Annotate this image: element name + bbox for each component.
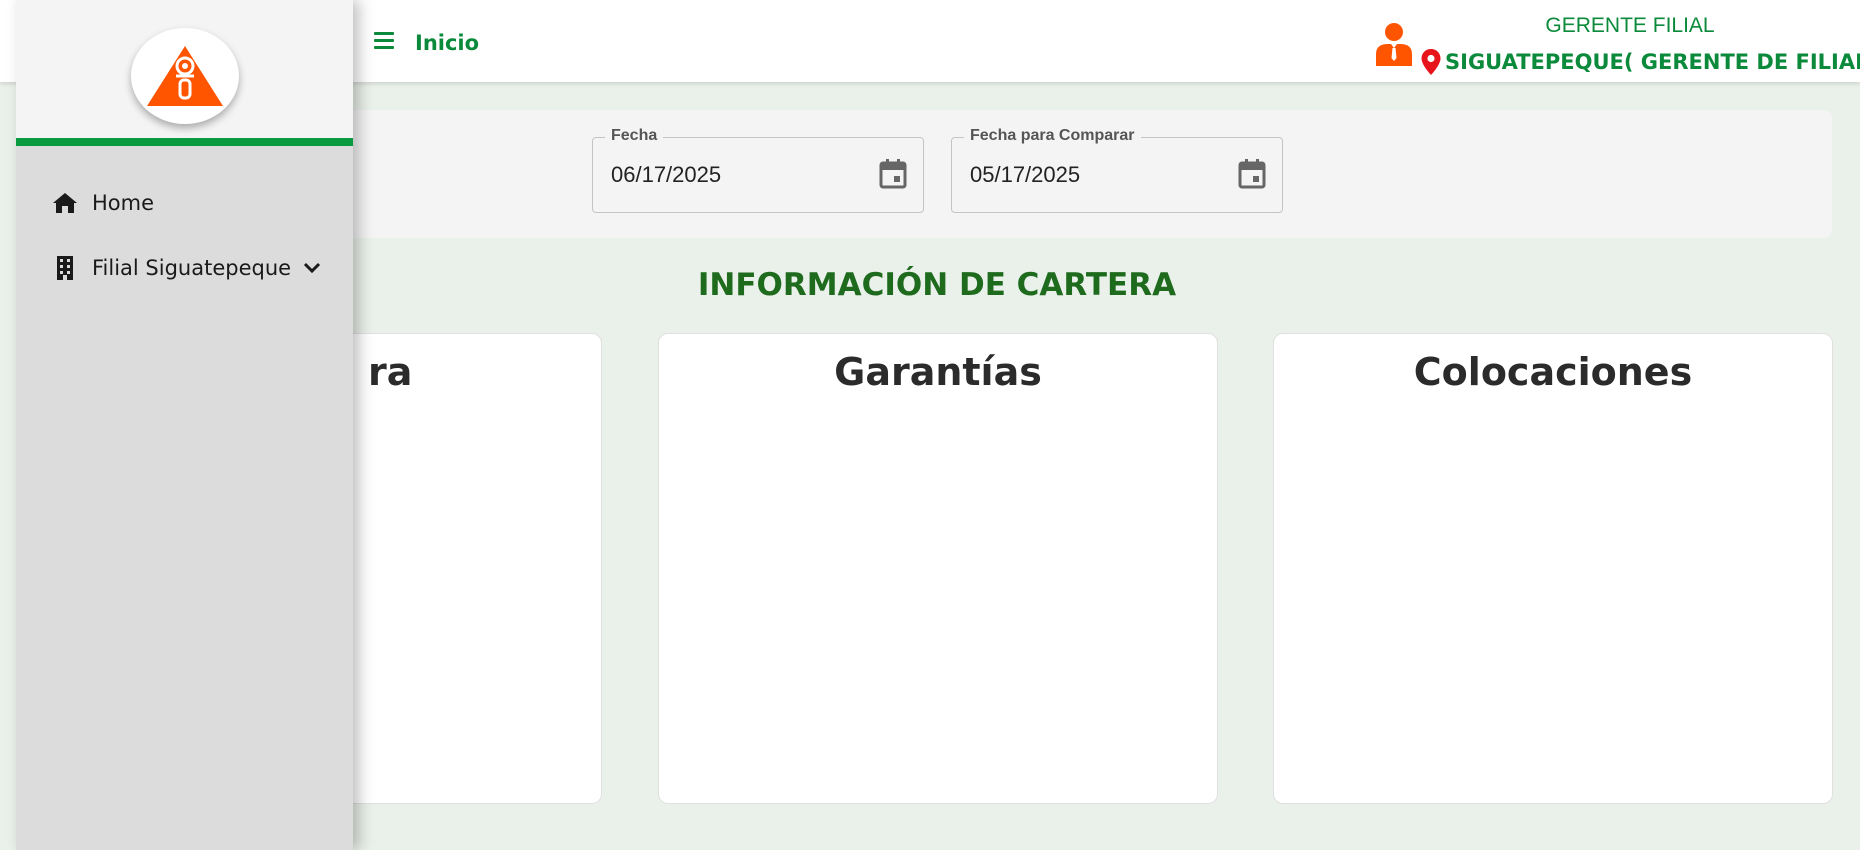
compare-date-field[interactable]: Fecha para Comparar 05/17/2025 [951, 127, 1283, 213]
logo[interactable] [131, 28, 239, 124]
home-icon [53, 193, 77, 213]
calendar-icon[interactable] [1238, 159, 1266, 189]
card-garantias: Garantías [658, 333, 1218, 804]
logo-triangle-icon [147, 46, 223, 106]
sidebar-item-filial-siguatepeque[interactable]: Filial Siguatepeque [52, 251, 321, 285]
sidebar-header [16, 0, 353, 146]
user-branch: SIGUATEPEQUE( GERENTE DE FILIAL) [1445, 50, 1860, 74]
card-title: Garantías [834, 350, 1042, 394]
user-icon [1376, 23, 1412, 66]
compare-date-field-label: Fecha para Comparar [964, 127, 1141, 145]
date-field-label: Fecha [605, 127, 664, 145]
compare-date-field-value[interactable]: 05/17/2025 [970, 162, 1080, 188]
building-icon [57, 256, 73, 280]
sidebar-item-home[interactable]: Home [52, 186, 154, 220]
calendar-icon[interactable] [879, 159, 907, 189]
sidebar: Home Filial Siguatepeque [16, 0, 353, 850]
sidebar-item-label: Home [92, 191, 155, 215]
sidebar-item-label: Filial Siguatepeque [92, 256, 292, 280]
location-pin-icon [1421, 49, 1441, 75]
chevron-down-icon[interactable] [303, 259, 321, 277]
inicio-link[interactable]: Inicio [415, 31, 479, 55]
card-title: Colocaciones [1413, 350, 1693, 394]
card-colocaciones: Colocaciones [1273, 333, 1833, 804]
date-field-value[interactable]: 06/17/2025 [611, 162, 721, 188]
user-role: GERENTE FILIAL [1545, 14, 1715, 37]
section-title: INFORMACIÓN DE CARTERA [697, 267, 1177, 303]
menu-toggle-icon[interactable] [374, 30, 396, 50]
date-field[interactable]: Fecha 06/17/2025 [592, 127, 924, 213]
sidebar-divider [16, 138, 353, 146]
